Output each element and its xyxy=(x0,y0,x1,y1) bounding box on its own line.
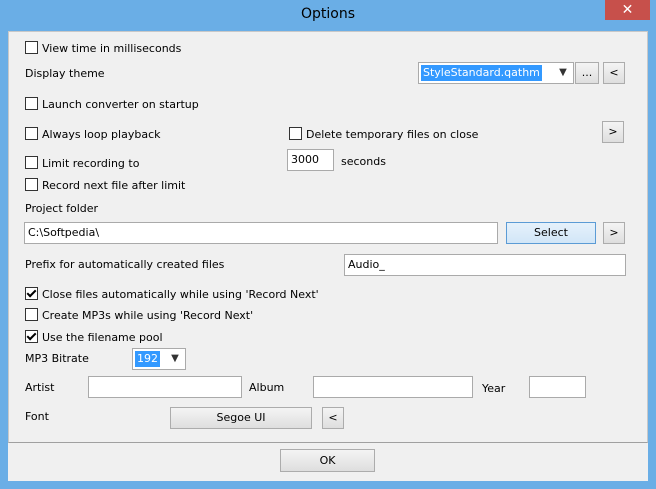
window-title: Options xyxy=(300,6,356,22)
view-ms-label: View time in milliseconds xyxy=(42,42,182,55)
check-icon[interactable] xyxy=(25,287,38,300)
check-icon[interactable] xyxy=(25,330,38,343)
theme-browse-button[interactable]: ... xyxy=(575,62,599,84)
limit-seconds-input[interactable]: 3000 xyxy=(287,149,334,171)
record-next-checkbox[interactable]: Record next file after limit xyxy=(25,178,185,192)
view-ms-checkbox[interactable]: View time in milliseconds xyxy=(25,41,181,55)
theme-select[interactable]: StyleStandard.qathm ▼ xyxy=(418,62,574,84)
project-folder-input[interactable]: C:\Softpedia\ xyxy=(24,222,498,244)
chevron-down-icon: ▼ xyxy=(559,67,567,78)
chevron-down-icon: ▼ xyxy=(171,353,179,364)
checkbox-box[interactable] xyxy=(25,97,38,110)
checkbox-box[interactable] xyxy=(289,127,302,140)
prefix-label: Prefix for automatically created files xyxy=(25,258,225,271)
bitrate-label: MP3 Bitrate xyxy=(25,352,89,365)
checkbox-box[interactable] xyxy=(25,308,38,321)
theme-prev-button[interactable]: < xyxy=(603,62,625,84)
display-theme-label: Display theme xyxy=(25,67,105,80)
create-mp3-label: Create MP3s while using 'Record Next' xyxy=(42,309,254,322)
checkbox-box[interactable] xyxy=(25,156,38,169)
project-folder-label: Project folder xyxy=(25,202,99,215)
title-bar[interactable]: Options ✕ xyxy=(0,0,656,31)
close-button[interactable]: ✕ xyxy=(605,0,650,20)
checkbox-box[interactable] xyxy=(25,127,38,140)
seconds-label: seconds xyxy=(341,155,386,168)
always-loop-checkbox[interactable]: Always loop playback xyxy=(25,127,160,141)
limit-recording-checkbox[interactable]: Limit recording to xyxy=(25,156,139,170)
filename-pool-checkbox[interactable]: Use the filename pool xyxy=(25,330,163,344)
options-window: Options ✕ View time in milliseconds Disp… xyxy=(0,0,656,489)
select-folder-button[interactable]: Select xyxy=(506,222,596,244)
dialog-footer: OK xyxy=(8,443,648,481)
ok-button[interactable]: OK xyxy=(280,449,375,472)
year-label: Year xyxy=(482,382,506,395)
font-button[interactable]: Segoe UI xyxy=(170,407,312,429)
folder-next-button[interactable]: > xyxy=(603,222,625,244)
close-icon: ✕ xyxy=(621,2,634,18)
prefix-input[interactable]: Audio_ xyxy=(344,254,626,276)
close-files-label: Close files automatically while using 'R… xyxy=(42,288,319,301)
create-mp3-checkbox[interactable]: Create MP3s while using 'Record Next' xyxy=(25,308,253,322)
theme-selected-value: StyleStandard.qathm xyxy=(421,65,542,81)
checkbox-box[interactable] xyxy=(25,41,38,54)
album-label: Album xyxy=(249,381,285,394)
close-files-checkbox[interactable]: Close files automatically while using 'R… xyxy=(25,287,319,301)
filename-pool-label: Use the filename pool xyxy=(42,331,163,344)
record-next-label: Record next file after limit xyxy=(42,179,186,192)
artist-label: Artist xyxy=(25,381,55,394)
launch-converter-checkbox[interactable]: Launch converter on startup xyxy=(25,97,199,111)
delete-temp-checkbox[interactable]: Delete temporary files on close xyxy=(289,127,478,141)
delete-temp-label: Delete temporary files on close xyxy=(306,128,479,141)
year-input[interactable] xyxy=(529,376,586,398)
always-loop-label: Always loop playback xyxy=(42,128,161,141)
artist-input[interactable] xyxy=(88,376,242,398)
album-input[interactable] xyxy=(313,376,473,398)
dialog-client: View time in milliseconds Display theme … xyxy=(8,31,648,481)
checkbox-box[interactable] xyxy=(25,178,38,191)
font-prev-button[interactable]: < xyxy=(322,407,344,429)
delete-temp-next-button[interactable]: > xyxy=(602,121,624,143)
launch-converter-label: Launch converter on startup xyxy=(42,98,199,111)
bitrate-selected-value: 192 xyxy=(135,351,160,367)
limit-recording-label: Limit recording to xyxy=(42,157,140,170)
font-label: Font xyxy=(25,410,49,423)
bitrate-select[interactable]: 192 ▼ xyxy=(132,348,186,370)
options-panel: View time in milliseconds Display theme … xyxy=(8,31,648,443)
